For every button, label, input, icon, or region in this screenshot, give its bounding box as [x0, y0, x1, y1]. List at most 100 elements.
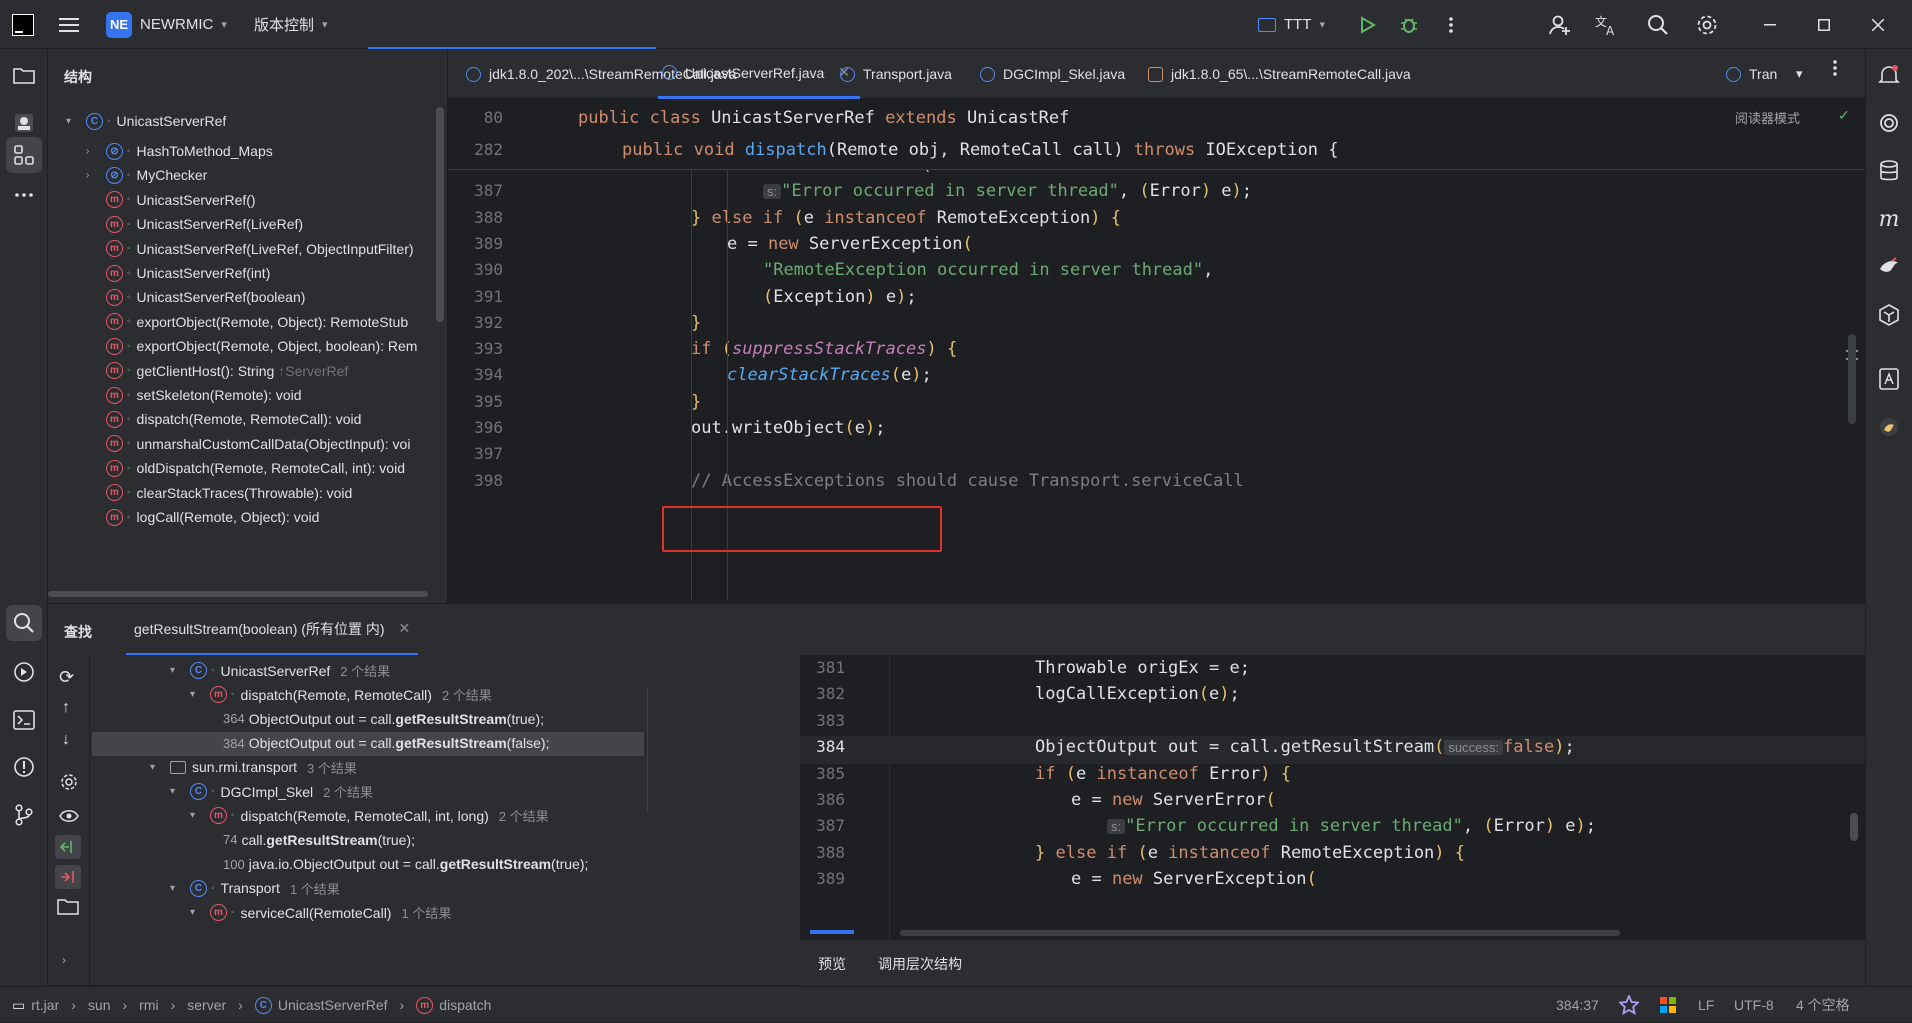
result-text: ObjectOutput out = call.	[248, 735, 396, 752]
result-line-number: 74	[223, 832, 238, 848]
vcs-selector[interactable]: 版本控制 ▾	[254, 0, 328, 49]
close-tab-icon[interactable]: ✕	[399, 620, 411, 637]
breadcrumb-item[interactable]: dispatch	[439, 997, 491, 1013]
debug-icon[interactable]	[1394, 10, 1424, 40]
structure-item-label: UnicastServerRef()	[136, 191, 256, 208]
star-plugin-icon[interactable]	[1619, 987, 1639, 1023]
structure-item-label: clearStackTraces(Throwable): void	[136, 484, 353, 501]
line-number: 386	[816, 790, 845, 809]
breadcrumb-item[interactable]: UnicastServerRef	[278, 997, 388, 1013]
find-actions: ⟳ ↑ ↓ ›	[48, 655, 90, 985]
rerun-icon[interactable]: ⟳	[59, 667, 74, 688]
run-config-selector[interactable]: TTT ▾	[1258, 0, 1325, 49]
plugin-avatar-icon[interactable]	[6, 105, 42, 141]
public-icon: ◦	[127, 218, 131, 230]
translate-icon[interactable]: 文A	[1592, 10, 1622, 40]
line-number: 389	[474, 233, 503, 253]
public-icon: ◦	[127, 194, 131, 206]
maven-icon[interactable]: m	[1871, 201, 1907, 237]
arrow-up-icon[interactable]: ↑	[62, 699, 70, 717]
run-icon[interactable]	[1352, 10, 1382, 40]
structure-icon[interactable]	[6, 137, 42, 173]
public-icon: ◦	[231, 907, 235, 918]
terminal-icon[interactable]	[6, 702, 42, 738]
result-group[interactable]: ▾ m ◦ serviceCall(RemoteCall) 1 个结果	[190, 898, 451, 927]
write-access-icon[interactable]	[55, 865, 81, 889]
more-tools-icon[interactable]	[6, 177, 42, 213]
services-icon[interactable]	[6, 654, 42, 690]
config-icon	[1258, 17, 1276, 32]
text-tool-icon[interactable]	[1871, 361, 1907, 397]
tabs-dropdown-icon[interactable]: ▾	[1796, 66, 1803, 82]
preview-hscrollbar[interactable]	[900, 930, 1620, 936]
more-icon[interactable]	[1436, 10, 1466, 40]
ai-assistant-icon[interactable]	[1871, 105, 1907, 141]
bird-plugin-icon[interactable]	[1871, 249, 1907, 285]
preview-tabs: 预览 调用层次结构	[800, 940, 1865, 986]
database-icon[interactable]	[1871, 153, 1907, 189]
close-icon[interactable]	[1863, 10, 1893, 40]
tab-dgcimpl-skel[interactable]: DGCImpl_Skel.java	[980, 49, 1125, 99]
tab-label: jdk1.8.0_65\...\StreamRemoteCall.java	[1171, 66, 1411, 82]
menu-icon[interactable]	[54, 10, 84, 40]
maximize-icon[interactable]	[1809, 10, 1839, 40]
add-user-icon[interactable]	[1545, 10, 1575, 40]
project-folder-icon[interactable]	[6, 57, 42, 93]
problems-icon[interactable]	[6, 749, 42, 785]
search-icon[interactable]	[1643, 10, 1673, 40]
caret-position[interactable]: 384:37	[1556, 987, 1599, 1023]
reader-mode-toggle[interactable]: 阅读器模式	[1735, 108, 1800, 127]
breadcrumb-item[interactable]: server	[187, 997, 226, 1013]
tree-root[interactable]: ▾ C ◦ UnicastServerRef	[66, 106, 226, 136]
public-icon: ◦	[127, 316, 131, 328]
line-separator[interactable]: LF	[1698, 987, 1714, 1023]
chevron-down-icon: ▾	[221, 19, 227, 31]
app-logo[interactable]	[12, 0, 34, 49]
find-tab[interactable]: getResultStream(boolean) (所有位置 内) ✕	[126, 604, 419, 656]
code-line: out.writeObject(e);	[691, 418, 886, 438]
indent-setting[interactable]: 4 个空格	[1796, 987, 1850, 1023]
preview-vscrollbar[interactable]	[1850, 813, 1858, 841]
public-icon: ◦	[127, 145, 131, 157]
more-icon[interactable]	[1833, 59, 1837, 77]
editor-scrollbar[interactable]	[1848, 334, 1856, 424]
code-line: } else if (e instanceof RemoteException)…	[1035, 842, 1466, 863]
windows-icon[interactable]	[1660, 987, 1676, 1023]
project-selector[interactable]: NE NEWRMIC ▾	[106, 0, 227, 49]
scrollbar[interactable]	[436, 107, 444, 322]
class-icon: C	[86, 112, 103, 130]
breadcrumb-item[interactable]: sun	[88, 997, 111, 1013]
minimize-icon[interactable]	[1755, 10, 1785, 40]
code-line: clearStackTraces(e);	[727, 365, 932, 386]
file-encoding[interactable]: UTF-8	[1734, 987, 1774, 1023]
horizontal-scrollbar[interactable]	[48, 591, 448, 597]
tab-preview[interactable]: 预览	[818, 954, 846, 974]
read-access-icon[interactable]	[55, 835, 81, 859]
code-line: e = new ServerException(	[727, 233, 973, 254]
group-folder-icon[interactable]	[57, 897, 79, 915]
plugin-tool-icon[interactable]	[1871, 297, 1907, 333]
tab-streamremotecall-65[interactable]: jdk1.8.0_65\...\StreamRemoteCall.java	[1148, 49, 1411, 99]
arrow-down-icon[interactable]: ↓	[62, 731, 70, 749]
find-icon[interactable]	[6, 605, 42, 641]
tab-call-hierarchy[interactable]: 调用层次结构	[878, 954, 962, 974]
tab-unicastserverref[interactable]: UnicastServerRef.java ✕	[658, 49, 861, 99]
eye-icon[interactable]	[59, 809, 79, 823]
settings-icon[interactable]	[1692, 10, 1722, 40]
git-icon[interactable]	[6, 797, 42, 833]
code-editor[interactable]: 386e = new ServerError(387s:"Error occur…	[448, 100, 1865, 603]
method-icon: m	[106, 264, 123, 282]
breadcrumb-item[interactable]: rmi	[139, 997, 158, 1013]
expand-icon[interactable]: ›	[62, 953, 66, 967]
breadcrumb-item[interactable]: rt.jar	[31, 997, 59, 1013]
preview-editor[interactable]: 381 Throwable origEx = e; 382 logCallExcept…	[800, 655, 1865, 940]
tab-transport[interactable]: Transport.java	[840, 49, 952, 99]
tab-transport-2[interactable]: Tran	[1726, 49, 1786, 99]
notifications-icon[interactable]	[1871, 57, 1907, 93]
inner-class-icon: ⊘	[106, 142, 123, 160]
settings-icon[interactable]	[60, 773, 78, 791]
duck-plugin-icon[interactable]	[1871, 409, 1907, 445]
line-number: 388	[816, 842, 845, 862]
structure-item[interactable]: m ◦ logCall(Remote, Object): void	[106, 502, 319, 532]
code-line: // AccessExceptions should cause Transpo…	[691, 470, 1244, 491]
